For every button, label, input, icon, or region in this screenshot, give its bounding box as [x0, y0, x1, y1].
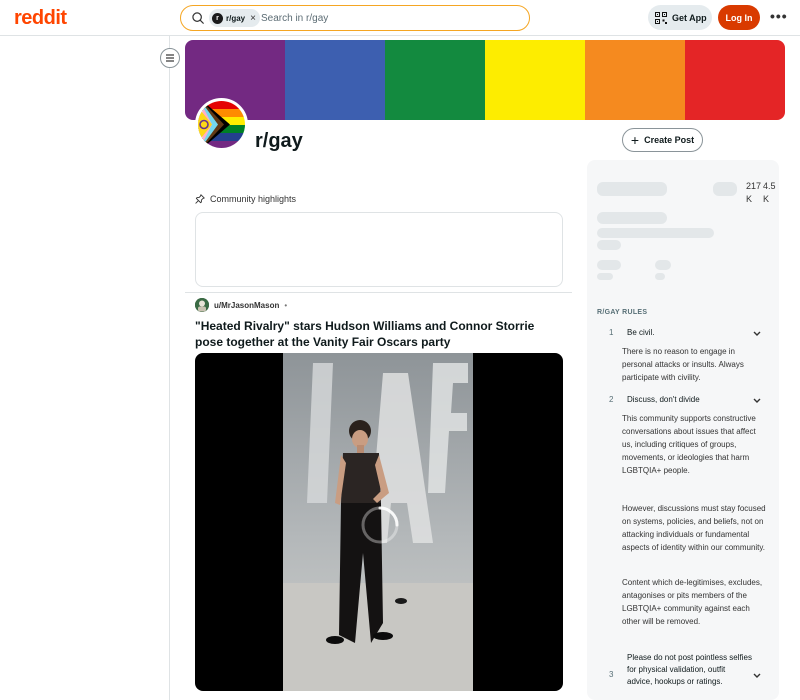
online-count-value: 4.5 K — [763, 181, 776, 204]
subreddit-chip-icon: r — [212, 12, 223, 24]
post-title[interactable]: "Heated Rivalry" stars Hudson Williams a… — [195, 318, 565, 350]
search-icon — [192, 12, 204, 24]
banner-stripe-orange — [585, 40, 685, 120]
banner-stripe-red — [685, 40, 785, 120]
progress-pride-flag-icon — [198, 101, 245, 148]
community-banner — [185, 40, 785, 120]
chevron-down-icon[interactable] — [751, 669, 763, 681]
community-sidebar: 217 K 4.5 K R/GAY RULES 1 Be civil. Ther… — [587, 160, 779, 700]
search-bar[interactable]: r r/gay × — [180, 5, 530, 31]
post-video-player[interactable] — [195, 353, 563, 691]
qr-code-icon — [655, 11, 667, 24]
rule-number: 2 — [609, 395, 614, 404]
post-meta: u/MrJasonMason • — [195, 298, 287, 312]
community-highlights-header: Community highlights — [195, 194, 296, 204]
subreddit-search-chip[interactable]: r r/gay × — [209, 9, 260, 27]
left-nav-divider — [169, 36, 170, 700]
rule-description: This community supports constructive con… — [622, 414, 756, 475]
get-app-label: Get App — [672, 12, 707, 23]
banner-stripe-blue — [285, 40, 385, 120]
skeleton-line — [597, 212, 667, 224]
login-button[interactable]: Log In — [718, 5, 760, 30]
banner-stripe-yellow — [485, 40, 585, 120]
rule-description: Content which de-legitimises, excludes, … — [622, 578, 763, 626]
top-nav: reddit r r/gay × Get App Log In ••• — [0, 0, 800, 36]
rule-number: 1 — [609, 328, 614, 337]
community-highlights-box — [195, 212, 563, 287]
user-avatar[interactable] — [195, 298, 209, 312]
skeleton-line — [655, 260, 671, 270]
rule-title[interactable]: Be civil. — [627, 327, 752, 339]
loading-spinner-icon — [361, 506, 399, 544]
user-avatar-image — [195, 298, 209, 312]
chevron-up-icon[interactable] — [751, 394, 763, 406]
hamburger-menu-icon — [166, 54, 174, 62]
online-count: 4.5 K — [763, 180, 776, 206]
community-title[interactable]: r/gay — [255, 130, 303, 153]
members-count-value: 217 K — [746, 181, 762, 204]
expand-nav-button[interactable] — [160, 48, 180, 68]
pin-icon — [195, 194, 205, 204]
rule-description: There is no reason to engage in personal… — [622, 347, 744, 382]
create-post-button[interactable]: + Create Post — [622, 128, 703, 152]
rule-number: 3 — [609, 670, 614, 679]
community-highlights-label: Community highlights — [210, 194, 297, 204]
chevron-up-icon[interactable] — [751, 327, 763, 339]
chip-close-icon[interactable]: × — [250, 13, 256, 24]
create-post-label: Create Post — [644, 135, 695, 145]
feed-divider — [185, 292, 572, 293]
skeleton-title — [597, 182, 667, 196]
rules-heading: R/GAY RULES — [597, 309, 648, 316]
skeleton-line — [597, 260, 621, 270]
rule-description: However, discussions must stay focused o… — [622, 504, 766, 552]
banner-stripe-green — [385, 40, 485, 120]
skeleton-badge — [713, 182, 737, 196]
meta-separator: • — [284, 300, 288, 310]
chip-label: r/gay — [226, 13, 246, 23]
search-input[interactable] — [261, 10, 511, 26]
skeleton-line — [597, 273, 613, 280]
post-author-link[interactable]: u/MrJasonMason — [214, 301, 279, 310]
get-app-button[interactable]: Get App — [648, 5, 712, 30]
plus-icon: + — [630, 132, 640, 148]
members-count: 217 K — [746, 180, 761, 206]
more-options-icon[interactable]: ••• — [770, 8, 788, 24]
community-avatar — [195, 98, 248, 151]
skeleton-line — [597, 228, 714, 238]
skeleton-line — [655, 273, 665, 280]
skeleton-line — [597, 240, 621, 250]
reddit-logo[interactable]: reddit — [14, 7, 67, 30]
rule-title[interactable]: Please do not post pointless selfies for… — [627, 652, 752, 688]
rule-title[interactable]: Discuss, don't divide — [627, 394, 752, 406]
